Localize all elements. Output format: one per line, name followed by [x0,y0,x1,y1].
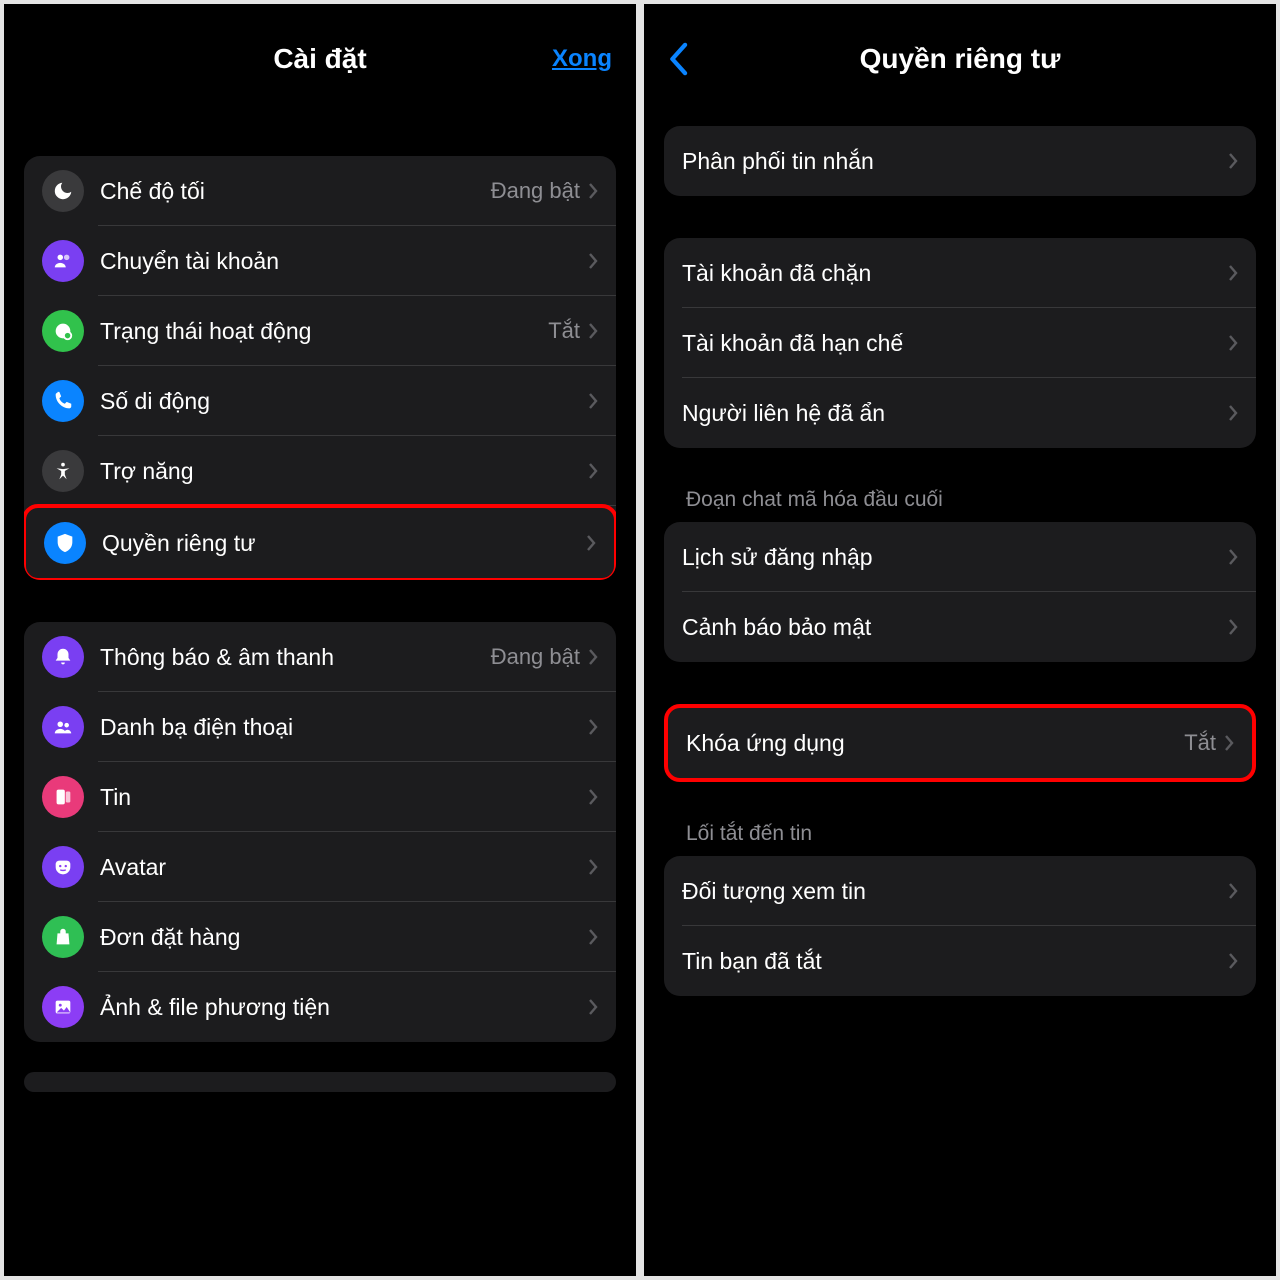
row-value: Tắt [548,318,580,344]
settings-group-1: Chế độ tối Đang bật Chuyển tài khoản Trạ… [24,156,616,580]
row-label: Lịch sử đăng nhập [682,544,1228,571]
moon-icon [42,170,84,212]
chevron-right-icon [588,998,598,1016]
row-label: Danh bạ điện thoại [100,714,588,741]
section-header-story-shortcuts: Lối tắt đến tin [664,812,1256,856]
photo-icon [42,986,84,1028]
row-phone-contacts[interactable]: Danh bạ điện thoại [24,692,616,762]
privacy-group-1: Phân phối tin nhắn [664,126,1256,196]
row-mobile-number[interactable]: Số di động [24,366,616,436]
settings-content: Chế độ tối Đang bật Chuyển tài khoản Trạ… [4,114,636,1276]
row-app-lock[interactable]: Khóa ứng dụng Tắt [668,708,1252,778]
avatar-icon [42,846,84,888]
accessibility-icon [42,450,84,492]
chevron-right-icon [1228,548,1238,566]
chevron-right-icon [588,718,598,736]
done-button[interactable]: Xong [552,45,612,73]
row-avatar[interactable]: Avatar [24,832,616,902]
row-switch-account[interactable]: Chuyển tài khoản [24,226,616,296]
row-label: Số di động [100,388,588,415]
header: Quyền riêng tư [644,4,1276,114]
row-label: Tin [100,784,588,811]
row-dark-mode[interactable]: Chế độ tối Đang bật [24,156,616,226]
row-value: Đang bật [491,178,580,204]
row-label: Phân phối tin nhắn [682,148,1228,175]
switch-account-icon [42,240,84,282]
chevron-right-icon [586,534,596,552]
chevron-right-icon [1228,152,1238,170]
row-label: Avatar [100,854,588,881]
settings-group-2: Thông báo & âm thanh Đang bật Danh bạ đi… [24,622,616,1042]
row-hidden-contacts[interactable]: Người liên hệ đã ẩn [664,378,1256,448]
row-value: Đang bật [491,644,580,670]
row-active-status[interactable]: Trạng thái hoạt động Tắt [24,296,616,366]
row-label: Tin bạn đã tắt [682,948,1228,975]
row-story-audience[interactable]: Đối tượng xem tin [664,856,1256,926]
privacy-screen: Quyền riêng tư Phân phối tin nhắn Tài kh… [644,4,1276,1276]
chevron-right-icon [588,182,598,200]
row-label: Người liên hệ đã ẩn [682,400,1228,427]
row-security-alerts[interactable]: Cảnh báo bảo mật [664,592,1256,662]
row-label: Tài khoản đã chặn [682,260,1228,287]
chevron-right-icon [1224,734,1234,752]
privacy-content: Phân phối tin nhắn Tài khoản đã chặn Tài… [644,114,1276,1276]
shield-icon [44,522,86,564]
privacy-group-4: Khóa ứng dụng Tắt [664,704,1256,782]
settings-group-3-peek [24,1072,616,1092]
phone-icon [42,380,84,422]
active-status-icon [42,310,84,352]
row-label: Trợ năng [100,458,588,485]
row-label: Đối tượng xem tin [682,878,1228,905]
chevron-right-icon [588,252,598,270]
row-label: Thông báo & âm thanh [100,644,491,671]
back-button[interactable] [668,42,688,76]
row-label: Ảnh & file phương tiện [100,994,588,1021]
chevron-right-icon [588,392,598,410]
privacy-group-2: Tài khoản đã chặn Tài khoản đã hạn chế N… [664,238,1256,448]
privacy-group-5: Đối tượng xem tin Tin bạn đã tắt [664,856,1256,996]
chevron-right-icon [1228,264,1238,282]
row-message-delivery[interactable]: Phân phối tin nhắn [664,126,1256,196]
row-login-history[interactable]: Lịch sử đăng nhập [664,522,1256,592]
chevron-right-icon [1228,334,1238,352]
row-privacy[interactable]: Quyền riêng tư [24,504,616,580]
page-title: Quyền riêng tư [860,43,1061,75]
row-label: Chuyển tài khoản [100,248,588,275]
row-label: Chế độ tối [100,178,491,205]
story-icon [42,776,84,818]
settings-screen: Cài đặt Xong Chế độ tối Đang bật Chuyển … [4,4,636,1276]
row-blocked-accounts[interactable]: Tài khoản đã chặn [664,238,1256,308]
row-notifications[interactable]: Thông báo & âm thanh Đang bật [24,622,616,692]
chevron-right-icon [1228,618,1238,636]
row-label: Khóa ứng dụng [686,730,1184,757]
privacy-group-3: Lịch sử đăng nhập Cảnh báo bảo mật [664,522,1256,662]
bag-icon [42,916,84,958]
row-label: Cảnh báo bảo mật [682,614,1228,641]
row-label: Quyền riêng tư [102,530,586,557]
header: Cài đặt Xong [4,4,636,114]
contacts-icon [42,706,84,748]
row-orders[interactable]: Đơn đặt hàng [24,902,616,972]
chevron-right-icon [588,462,598,480]
chevron-right-icon [588,788,598,806]
row-label: Trạng thái hoạt động [100,318,548,345]
row-restricted-accounts[interactable]: Tài khoản đã hạn chế [664,308,1256,378]
chevron-right-icon [588,322,598,340]
row-value: Tắt [1184,730,1216,756]
chevron-right-icon [1228,952,1238,970]
row-label: Tài khoản đã hạn chế [682,330,1228,357]
row-label: Đơn đặt hàng [100,924,588,951]
row-photos-media[interactable]: Ảnh & file phương tiện [24,972,616,1042]
chevron-right-icon [1228,882,1238,900]
row-accessibility[interactable]: Trợ năng [24,436,616,506]
row-muted-stories[interactable]: Tin bạn đã tắt [664,926,1256,996]
chevron-right-icon [588,648,598,666]
bell-icon [42,636,84,678]
chevron-right-icon [588,858,598,876]
page-title: Cài đặt [273,43,366,75]
chevron-right-icon [1228,404,1238,422]
row-story[interactable]: Tin [24,762,616,832]
chevron-right-icon [588,928,598,946]
section-header-e2ee: Đoạn chat mã hóa đầu cuối [664,478,1256,522]
